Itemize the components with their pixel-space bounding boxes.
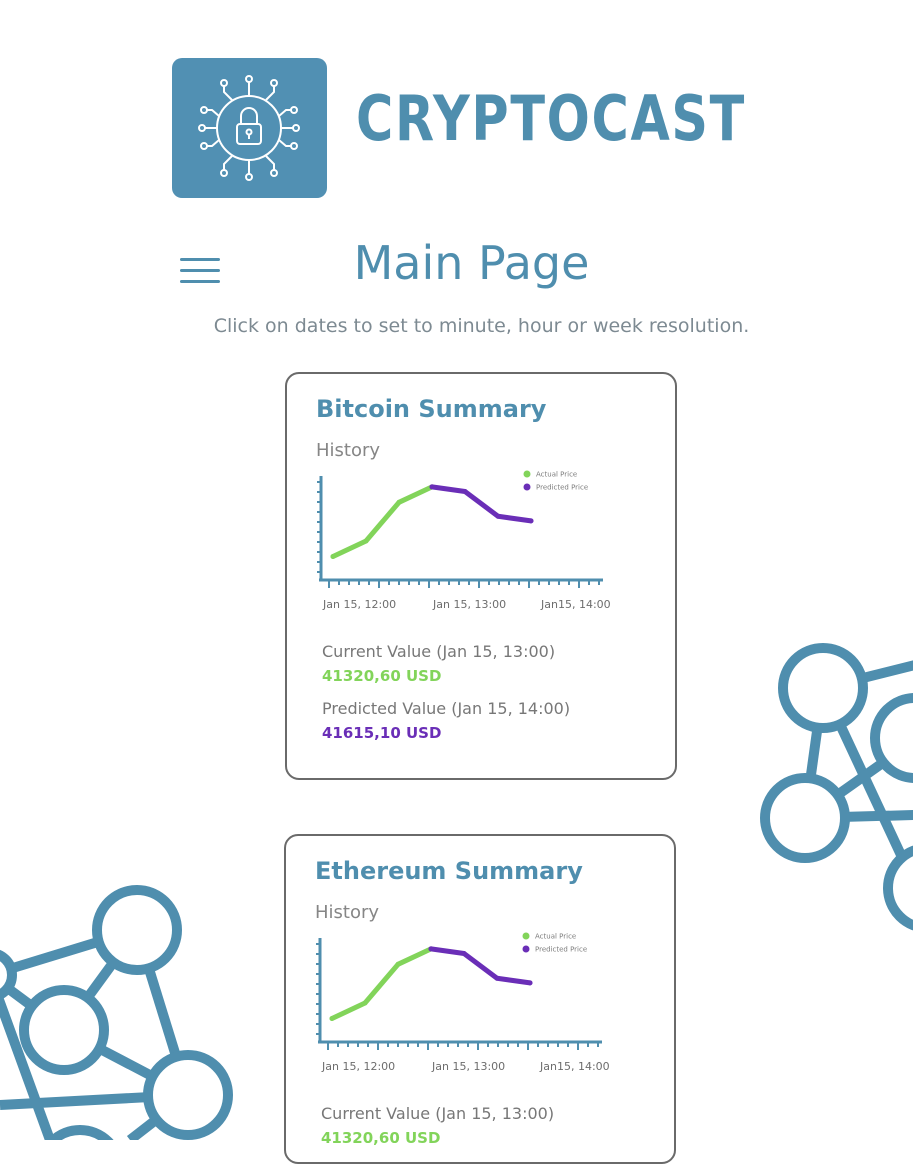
data-point bbox=[495, 513, 501, 519]
data-point bbox=[363, 538, 369, 544]
legend-label: Actual Price bbox=[536, 471, 577, 479]
data-point bbox=[461, 950, 467, 956]
series-line-predicted-price bbox=[428, 946, 533, 986]
x-tick-label: Jan15, 14:00 bbox=[539, 1060, 610, 1073]
series-line-actual-price bbox=[329, 946, 434, 1022]
data-point bbox=[395, 961, 401, 967]
data-point bbox=[527, 980, 533, 986]
legend-label: Predicted Price bbox=[536, 484, 588, 492]
network-graph-decoration-left bbox=[0, 880, 240, 1140]
page-title: Main Page bbox=[353, 236, 590, 290]
instructions-text: Click on dates to set to minute, hour or… bbox=[213, 315, 750, 337]
current-value-label: Current Value (Jan 15, 13:00) bbox=[321, 1104, 555, 1123]
history-chart[interactable]: Jan 15, 12:00 Jan 15, 13:00 Jan15, 14:00 Ac… bbox=[312, 932, 612, 1082]
network-graph-decoration-right bbox=[755, 640, 913, 940]
data-point bbox=[528, 518, 534, 524]
data-point bbox=[494, 975, 500, 981]
data-point bbox=[428, 946, 434, 952]
current-value: 41320,60 USD bbox=[321, 1129, 441, 1147]
x-tick-label: Jan 15, 12:00 bbox=[322, 598, 396, 611]
legend-marker bbox=[522, 945, 530, 953]
data-point bbox=[396, 499, 402, 505]
history-chart[interactable]: Jan 15, 12:00 Jan 15, 13:00 Jan15, 14:00 Ac… bbox=[313, 470, 613, 620]
predicted-value: 41615,10 USD bbox=[322, 724, 442, 742]
predicted-value-block: Predicted Value (Jan 15, 14:00) 41615,10… bbox=[322, 701, 570, 741]
card-title: Bitcoin Summary bbox=[316, 395, 547, 423]
current-value-block: Current Value (Jan 15, 13:00) 41320,60 U… bbox=[321, 1106, 554, 1146]
data-point bbox=[462, 488, 468, 494]
lock-circuit-icon bbox=[172, 58, 327, 198]
series-line-predicted-price bbox=[429, 484, 534, 524]
data-point bbox=[330, 554, 336, 560]
history-label: History bbox=[316, 440, 381, 461]
legend-marker bbox=[522, 932, 530, 940]
series-line-actual-price bbox=[330, 484, 435, 560]
x-tick-label: Jan 15, 13:00 bbox=[431, 1060, 505, 1073]
legend-label: Predicted Price bbox=[535, 946, 587, 954]
logo-wordmark: CRYPTOCAST bbox=[356, 82, 747, 155]
x-tick-label: Jan15, 14:00 bbox=[540, 598, 611, 611]
current-value-label: Current Value (Jan 15, 13:00) bbox=[322, 642, 556, 661]
x-tick-label: Jan 15, 12:00 bbox=[321, 1060, 395, 1073]
legend-label: Actual Price bbox=[535, 933, 576, 941]
data-point bbox=[362, 1000, 368, 1006]
data-point bbox=[329, 1016, 335, 1022]
current-value-block: Current Value (Jan 15, 13:00) 41320,60 U… bbox=[322, 644, 555, 684]
app-logo[interactable]: CRYPTOCAST bbox=[172, 58, 744, 198]
legend-marker bbox=[523, 483, 531, 491]
bitcoin-summary-card: Bitcoin Summary History Jan 15, 12:00 Jan… bbox=[285, 372, 677, 780]
current-value: 41320,60 USD bbox=[322, 667, 442, 685]
history-label: History bbox=[315, 902, 380, 923]
card-title: Ethereum Summary bbox=[315, 857, 583, 885]
ethereum-summary-card: Ethereum Summary History Jan 15, 12:00 Ja… bbox=[284, 834, 676, 1164]
legend-marker bbox=[523, 470, 531, 478]
data-point bbox=[429, 484, 435, 490]
predicted-value-label: Predicted Value (Jan 15, 14:00) bbox=[322, 699, 571, 718]
x-tick-label: Jan 15, 13:00 bbox=[432, 598, 506, 611]
